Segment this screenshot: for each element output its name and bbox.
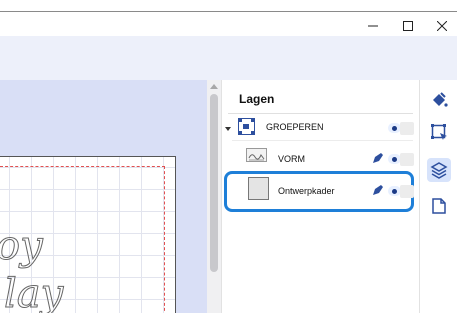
layers-icon bbox=[430, 162, 448, 179]
group-icon bbox=[238, 118, 255, 135]
panel-title: Lagen bbox=[239, 92, 275, 106]
layer-toggle[interactable] bbox=[400, 153, 414, 166]
scroll-up-arrow-icon[interactable] bbox=[210, 84, 218, 89]
frame-thumbnail bbox=[248, 177, 269, 200]
cut-guide-vertical bbox=[164, 166, 165, 313]
shape-preview-icon bbox=[248, 154, 265, 161]
transform-select-tool[interactable] bbox=[427, 120, 451, 144]
panel-divider bbox=[228, 113, 413, 114]
layer-toggle[interactable] bbox=[400, 122, 414, 135]
maximize-button[interactable] bbox=[390, 16, 426, 36]
layer-toggle[interactable] bbox=[400, 185, 414, 198]
vertical-scrollbar[interactable] bbox=[207, 80, 221, 313]
pen-icon[interactable] bbox=[372, 152, 384, 164]
transform-select-icon bbox=[431, 124, 447, 140]
scrollbar-thumb[interactable] bbox=[210, 94, 218, 272]
paint-bucket-tool[interactable] bbox=[427, 88, 451, 112]
artwork-text-line-2[interactable]: lay bbox=[3, 274, 63, 313]
layers-tool[interactable] bbox=[427, 158, 451, 182]
layer-label-group[interactable]: GROEPEREN bbox=[266, 122, 324, 132]
layer-label-frame[interactable]: Ontwerpkader bbox=[278, 186, 335, 196]
layers-panel: Lagen GROEPEREN VORM Ontwerpkader bbox=[221, 80, 419, 313]
shape-thumbnail bbox=[246, 148, 267, 162]
layer-label-shape[interactable]: VORM bbox=[278, 154, 305, 164]
title-bar bbox=[0, 0, 457, 36]
cut-guide-horizontal bbox=[0, 166, 165, 167]
title-bar-divider bbox=[0, 11, 457, 12]
row-divider bbox=[232, 140, 413, 141]
toolbar bbox=[0, 36, 457, 80]
artwork-text-line-1[interactable]: oy bbox=[0, 226, 43, 267]
minimize-button[interactable] bbox=[355, 16, 391, 36]
close-button[interactable] bbox=[424, 16, 457, 36]
pen-icon[interactable] bbox=[372, 184, 384, 196]
tool-strip bbox=[419, 80, 457, 313]
page-tool[interactable] bbox=[427, 194, 451, 218]
minimize-icon bbox=[368, 25, 378, 27]
maximize-icon bbox=[403, 21, 413, 31]
paint-bucket-icon bbox=[433, 92, 448, 107]
close-icon bbox=[437, 21, 447, 31]
page-icon bbox=[432, 198, 446, 214]
expand-caret-icon[interactable] bbox=[225, 127, 231, 131]
design-canvas[interactable]: oy lay bbox=[0, 80, 207, 313]
